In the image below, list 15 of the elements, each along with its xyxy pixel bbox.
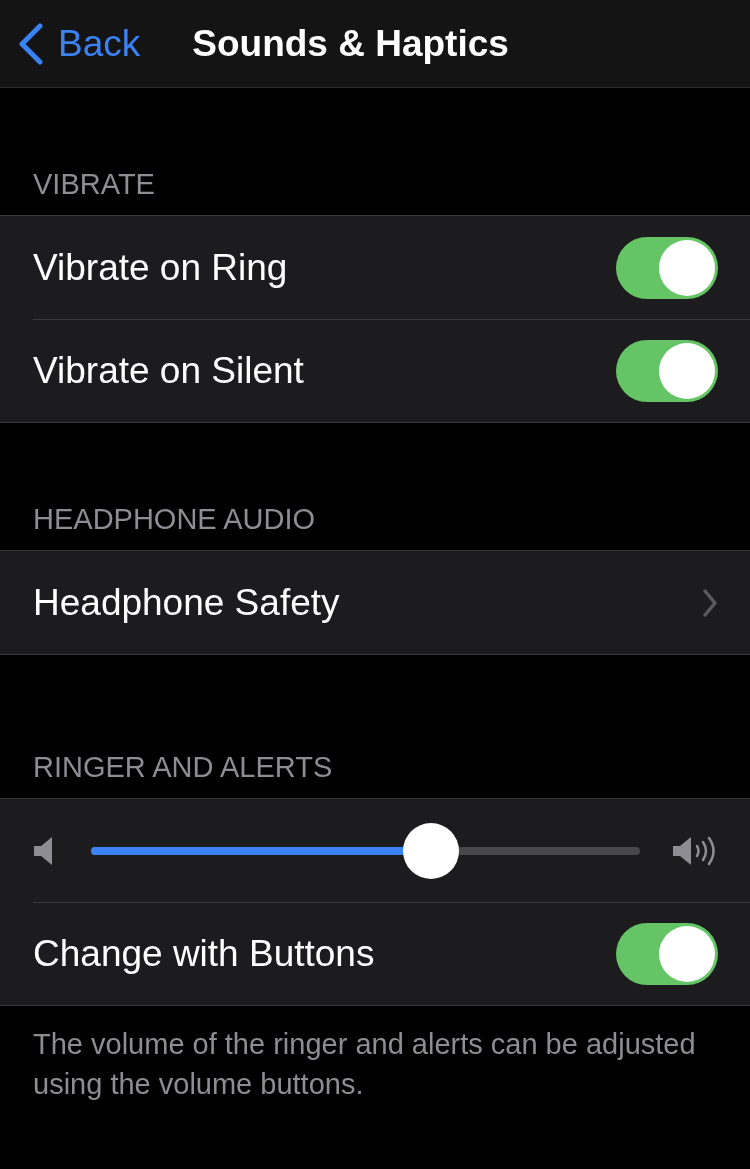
back-label: Back xyxy=(58,22,141,65)
setting-label: Vibrate on Ring xyxy=(33,246,289,289)
section-header: RINGER AND ALERTS xyxy=(33,751,333,783)
footer-note: The volume of the ringer and alerts can be adjusted using the volume buttons. xyxy=(33,1028,696,1100)
speaker-icon xyxy=(33,835,55,866)
settings-link-row[interactable]: Headphone Safety xyxy=(33,551,750,654)
page-title: Sounds & Haptics xyxy=(192,22,509,65)
chevron-right-icon xyxy=(702,587,718,618)
setting-label: Change with Buttons xyxy=(33,933,376,975)
section-header: HEADPHONE AUDIO xyxy=(33,503,315,535)
section-header: VIBRATE xyxy=(33,168,155,200)
chevron-left-icon xyxy=(18,22,44,65)
speaker-loud-icon xyxy=(672,835,718,866)
back-button[interactable]: Back xyxy=(18,22,141,65)
setting-label: Vibrate on Silent xyxy=(33,350,305,392)
